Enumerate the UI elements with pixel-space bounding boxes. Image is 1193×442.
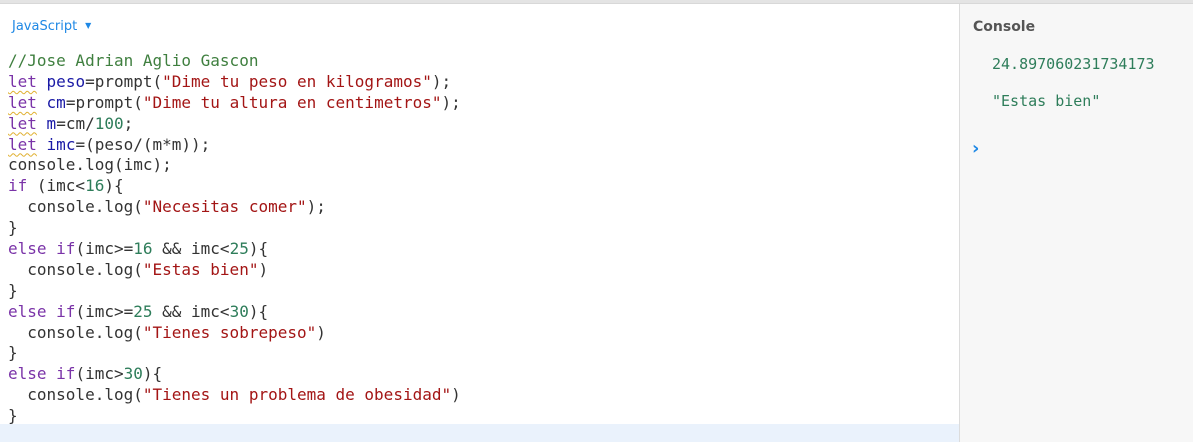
- code-token: console.log(imc);: [8, 155, 172, 175]
- language-selector[interactable]: JavaScript ▼: [12, 19, 91, 34]
- code-token: imc: [46, 134, 76, 154]
- code-token: ){: [248, 239, 269, 259]
- code-token: );: [306, 197, 326, 217]
- code-line[interactable]: }: [8, 281, 461, 302]
- code-line[interactable]: console.log("Estas bien"): [8, 260, 461, 281]
- code-line[interactable]: let m=cm/100;: [8, 114, 461, 135]
- code-token: =prompt(: [85, 71, 163, 91]
- code-line[interactable]: if (imc<16){: [8, 176, 461, 197]
- code-token: let: [8, 71, 37, 91]
- code-line[interactable]: console.log("Necesitas comer");: [8, 197, 461, 218]
- code-token: ){: [248, 301, 269, 321]
- code-token: "Estas bien": [142, 259, 259, 279]
- code-token: cm: [46, 92, 66, 112]
- code-token: ): [451, 385, 461, 405]
- code-line[interactable]: let imc=(peso/(m*m));: [8, 135, 461, 156]
- code-token: (imc>=: [75, 301, 134, 321]
- code-token: ): [258, 259, 269, 279]
- code-line[interactable]: console.log("Tienes un problema de obesi…: [8, 385, 461, 406]
- code-token: m: [46, 113, 57, 133]
- code-token: peso: [46, 71, 86, 91]
- code-line[interactable]: let cm=prompt("Dime tu altura en centime…: [8, 93, 461, 114]
- code-token: 16: [133, 239, 153, 259]
- code-token: 30: [229, 301, 249, 321]
- code-token: console.log(: [8, 259, 143, 279]
- caret-down-icon: ▼: [85, 21, 92, 30]
- code-token: ){: [142, 364, 163, 384]
- code-line[interactable]: else if(imc>=25 && imc<30){: [8, 302, 461, 323]
- code-token: }: [8, 218, 18, 238]
- code-token: "Tienes un problema de obesidad": [142, 385, 452, 405]
- code-token: let: [8, 92, 37, 112]
- code-line[interactable]: else if(imc>30){: [8, 364, 461, 385]
- code-editor-pane[interactable]: JavaScript ▼ //Jose Adrian Aglio Gascon l…: [0, 4, 959, 442]
- code-token: console.log(: [8, 197, 143, 217]
- code-token: }: [8, 406, 18, 426]
- code-token: let: [8, 113, 37, 133]
- code-token: 30: [123, 364, 143, 384]
- code-token: else if: [8, 239, 76, 259]
- code-line[interactable]: else if(imc>=16 && imc<25){: [8, 239, 461, 260]
- code-token: );: [441, 92, 461, 112]
- code-token: 25: [229, 239, 249, 259]
- console-title: Console: [973, 19, 1036, 35]
- code-token: else if: [8, 301, 76, 321]
- code-token: //Jose Adrian Aglio Gascon: [8, 51, 259, 70]
- code-token: && imc<: [152, 301, 230, 321]
- active-line-highlight: [0, 424, 959, 442]
- code-token: console.log(: [8, 385, 143, 405]
- code-token: ){: [104, 176, 124, 196]
- code-token: if: [8, 176, 28, 196]
- code-token: ;: [123, 113, 134, 133]
- console-pane: Console 24.897060231734173 "Estas bien" …: [960, 4, 1193, 442]
- code-token: 25: [133, 301, 153, 321]
- code-token: =(peso/(m*m));: [75, 134, 211, 154]
- code-token: "Dime tu altura en centimetros": [142, 92, 442, 112]
- code-token: else if: [8, 364, 76, 384]
- code-token: (imc<: [27, 176, 86, 196]
- code-line[interactable]: console.log(imc);: [8, 155, 461, 176]
- code-token: (imc>=: [75, 239, 134, 259]
- code-token: =cm/: [56, 113, 95, 133]
- code-line[interactable]: }: [8, 343, 461, 364]
- code-token: ): [316, 322, 326, 342]
- code-token: "Dime tu peso en kilogramos": [162, 71, 432, 91]
- code-token: "Necesitas comer": [142, 197, 307, 217]
- code-token: );: [431, 71, 452, 91]
- code-line[interactable]: //Jose Adrian Aglio Gascon: [8, 51, 461, 72]
- code-block[interactable]: //Jose Adrian Aglio Gascon let peso=promp…: [8, 51, 461, 427]
- code-token: 100: [94, 113, 124, 133]
- code-token: 16: [85, 176, 105, 196]
- code-line[interactable]: }: [8, 218, 461, 239]
- code-token: "Tienes sobrepeso": [142, 322, 317, 342]
- language-label: JavaScript: [12, 19, 78, 34]
- console-output-number: 24.897060231734173: [992, 55, 1155, 73]
- code-token: let: [8, 134, 37, 154]
- code-token: }: [8, 280, 18, 300]
- code-token: && imc<: [152, 239, 230, 259]
- code-token: console.log(: [8, 322, 143, 342]
- code-token: (imc>: [75, 364, 124, 384]
- code-line[interactable]: let peso=prompt("Dime tu peso en kilogra…: [8, 72, 461, 93]
- code-line[interactable]: console.log("Tienes sobrepeso"): [8, 323, 461, 344]
- chevron-right-icon[interactable]: ›: [972, 138, 979, 159]
- console-output-string: "Estas bien": [992, 92, 1101, 110]
- code-token: =prompt(: [65, 92, 143, 112]
- code-token: }: [8, 343, 18, 363]
